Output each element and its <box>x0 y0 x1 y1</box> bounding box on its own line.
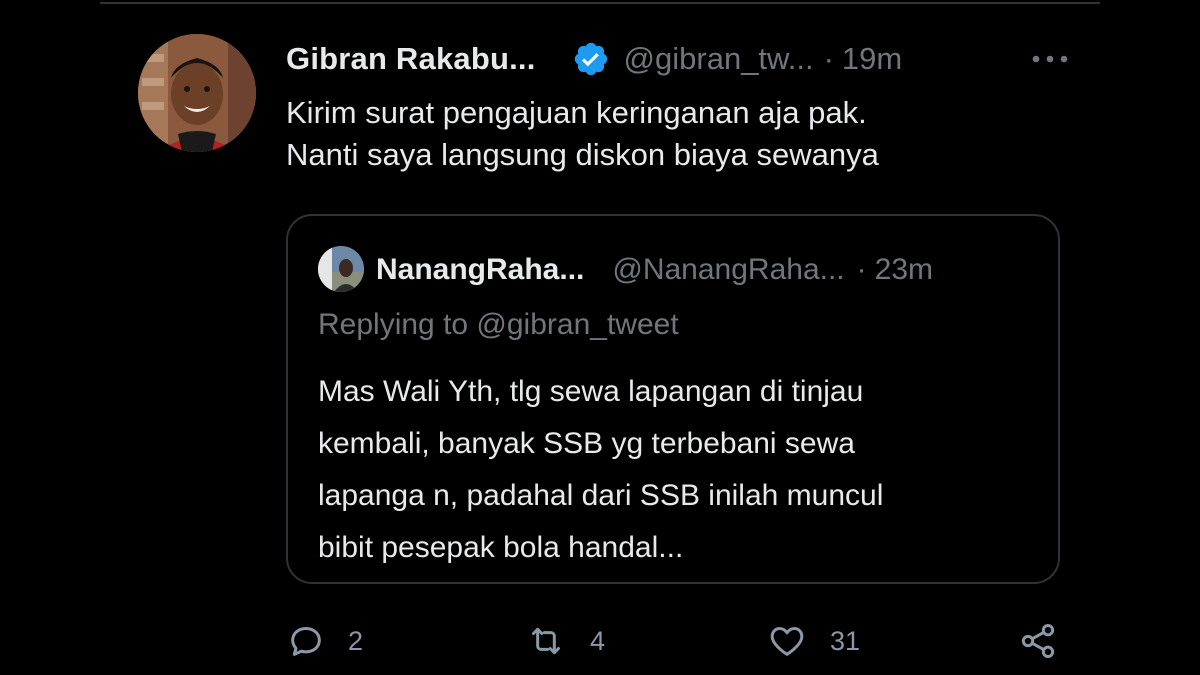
reply-count: 2 <box>348 625 364 656</box>
tweet-view: Gibran Rakabu... @gibran_tw... · 19m Kir… <box>0 0 1200 675</box>
quoted-text-line: Mas Wali Yth, tlg sewa lapangan di tinja… <box>318 375 864 408</box>
avatar-image <box>138 34 256 152</box>
quoted-text-line: lapanga n, padahal dari SSB inilah muncu… <box>318 479 884 512</box>
author-handle[interactable]: @gibran_tw... <box>624 41 814 77</box>
author-name[interactable]: Gibran Rakabu... <box>286 41 536 77</box>
replying-to-label[interactable]: Replying to @gibran_tweet <box>318 308 679 342</box>
quoted-tweet-text: Mas Wali Yth, tlg sewa lapangan di tinja… <box>318 366 1038 574</box>
like-button[interactable]: 31 <box>766 616 860 666</box>
share-icon <box>1018 621 1058 661</box>
quoted-text-line: kembali, banyak SSB yg terbebani sewa <box>318 427 855 460</box>
avatar[interactable] <box>138 34 256 152</box>
divider <box>100 2 1100 4</box>
tweet-text: Kirim surat pengajuan keringanan aja pak… <box>286 92 1066 176</box>
quoted-tweet-card[interactable]: NanangRaha... @NanangRaha... · 23m Reply… <box>286 214 1060 584</box>
quoted-author-name[interactable]: NanangRaha... <box>376 253 584 287</box>
heart-icon <box>766 621 808 661</box>
retweet-button[interactable]: 4 <box>524 616 605 666</box>
verified-badge-icon <box>572 40 610 78</box>
retweet-icon <box>524 621 568 661</box>
quoted-author-handle[interactable]: @NanangRaha... <box>612 253 844 287</box>
reply-button[interactable]: 2 <box>286 616 363 666</box>
share-button[interactable] <box>1018 616 1058 666</box>
tweet-text-line: Kirim surat pengajuan keringanan aja pak… <box>286 95 867 130</box>
retweet-count: 4 <box>590 625 606 656</box>
separator: · <box>823 41 834 76</box>
like-count: 31 <box>830 625 861 656</box>
action-bar: 2 4 31 <box>286 616 1066 666</box>
more-options-icon[interactable] <box>1030 44 1070 74</box>
quoted-avatar-image <box>318 246 364 292</box>
quoted-tweet-time[interactable]: 23m <box>875 253 933 287</box>
tweet-text-line: Nanti saya langsung diskon biaya sewanya <box>286 137 879 172</box>
tweet-header: Gibran Rakabu... @gibran_tw... · 19m <box>286 36 1076 82</box>
separator: · <box>856 253 867 286</box>
quoted-text-line: bibit pesepak bola handal... <box>318 531 684 564</box>
quoted-avatar[interactable] <box>318 246 364 292</box>
tweet-time[interactable]: 19m <box>842 41 902 77</box>
quoted-header: NanangRaha... @NanangRaha... · 23m <box>376 248 933 292</box>
reply-icon <box>286 621 326 661</box>
